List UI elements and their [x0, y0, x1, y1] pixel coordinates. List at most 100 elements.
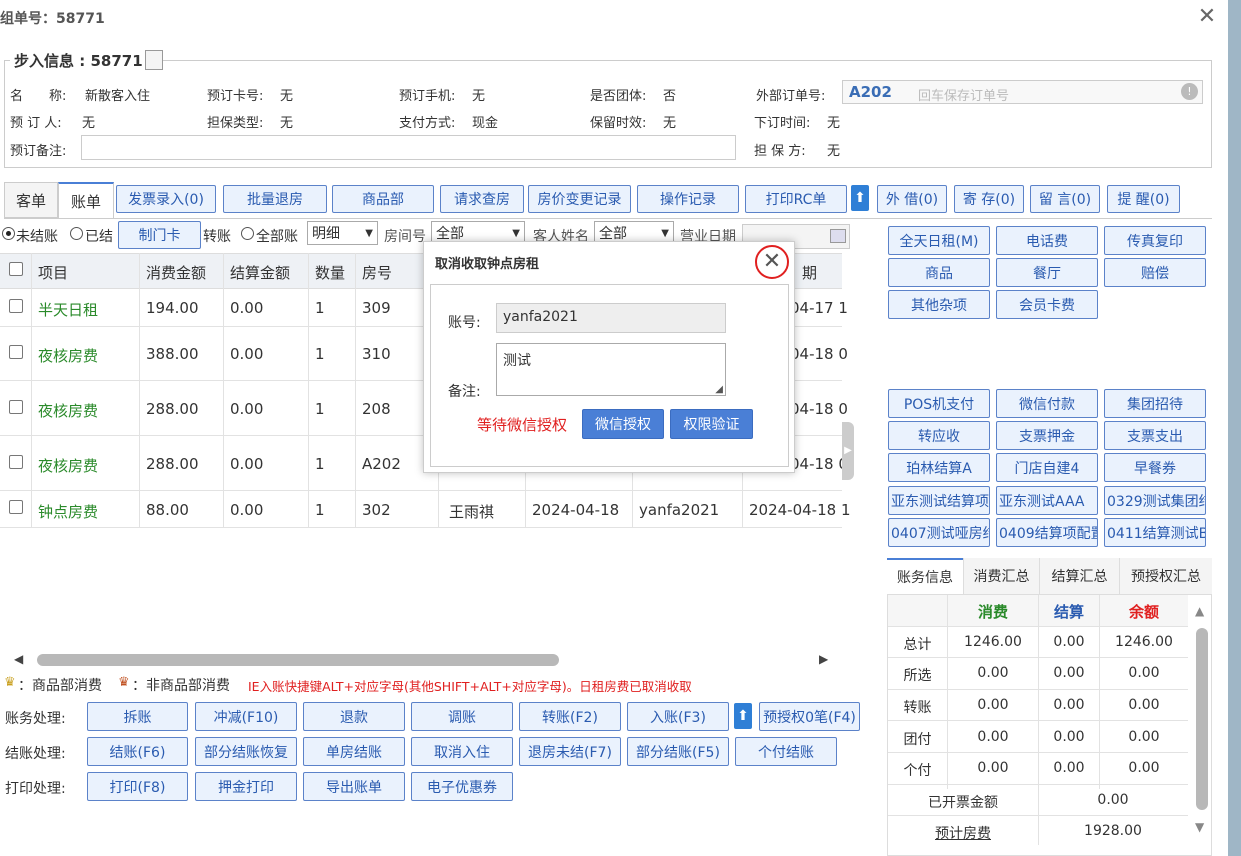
- reminder-button[interactable]: 提 醒(0): [1107, 185, 1180, 213]
- sum-row-consume: 0.00: [977, 729, 1009, 745]
- e-coupon-button[interactable]: 电子优惠券: [411, 772, 513, 801]
- tab-preauth-summary[interactable]: 预授权汇总: [1119, 558, 1212, 594]
- select-all-checkbox[interactable]: [9, 262, 23, 276]
- full-day-rent-button[interactable]: 全天日租(M): [888, 226, 990, 255]
- partial-checkout-button[interactable]: 部分结账(F5): [627, 737, 729, 766]
- partial-restore-button[interactable]: 部分结账恢复: [195, 737, 297, 766]
- settle-test-b-button[interactable]: 0411结算测试B: [1104, 518, 1206, 547]
- row-checkbox[interactable]: [9, 500, 23, 514]
- scroll-left-icon[interactable]: ◀: [14, 652, 23, 666]
- yadong-aaa-button[interactable]: 亚东测试AAA: [996, 486, 1098, 515]
- preauth-button[interactable]: 预授权0笔(F4): [759, 702, 860, 731]
- deposit-button[interactable]: 寄 存(0): [954, 185, 1024, 213]
- make-card-button[interactable]: 制门卡: [118, 221, 201, 249]
- breakfast-coupon-button[interactable]: 早餐券: [1104, 453, 1206, 482]
- calendar-icon[interactable]: [830, 229, 846, 243]
- tab-account-info[interactable]: 账务信息: [887, 558, 963, 594]
- estimated-room-fee-link[interactable]: 预计房费: [888, 823, 1038, 843]
- summary-scroll-up-icon[interactable]: ▲: [1195, 604, 1204, 618]
- post-button[interactable]: 入账(F3): [627, 702, 729, 731]
- individual-pay-button[interactable]: 个付结账: [735, 737, 837, 766]
- detail-select[interactable]: 明细 ▼: [307, 221, 378, 245]
- lend-button[interactable]: 外 借(0): [877, 185, 947, 213]
- radio-unsettled[interactable]: [2, 227, 15, 240]
- permission-verify-button[interactable]: 权限验证: [670, 409, 753, 439]
- print-button[interactable]: 打印(F8): [87, 772, 188, 801]
- deposit-print-button[interactable]: 押金打印: [195, 772, 297, 801]
- offset-button[interactable]: 冲减(F10): [195, 702, 297, 731]
- tab-guest[interactable]: 客单: [4, 182, 58, 218]
- invoice-entry-button[interactable]: 发票录入(0): [116, 185, 216, 213]
- phone-value: 无: [472, 89, 486, 104]
- compensation-button[interactable]: 赔偿: [1104, 258, 1206, 287]
- chevron-down-icon: ▼: [512, 227, 520, 239]
- yadong-settle-button[interactable]: 亚东测试结算项: [888, 486, 990, 515]
- dialog-title: 取消收取钟点房租: [435, 257, 540, 272]
- remark-input[interactable]: [81, 135, 736, 160]
- row-checkbox[interactable]: [9, 400, 23, 414]
- misc-button[interactable]: 其他杂项: [888, 290, 990, 319]
- polin-settle-button[interactable]: 珀林结算A: [888, 453, 990, 482]
- adjust-button[interactable]: 调账: [411, 702, 513, 731]
- message-button[interactable]: 留 言(0): [1030, 185, 1100, 213]
- batch-checkout-button[interactable]: 批量退房: [223, 185, 327, 213]
- cancel-checkin-button[interactable]: 取消入住: [411, 737, 513, 766]
- transfer-button[interactable]: 转账(F2): [519, 702, 621, 731]
- row-operator: yanfa2021: [639, 501, 720, 519]
- restaurant-button[interactable]: 餐厅: [996, 258, 1098, 287]
- tab-settle-summary[interactable]: 结算汇总: [1039, 558, 1119, 594]
- fax-copy-button[interactable]: 传真复印: [1104, 226, 1206, 255]
- room-check-button[interactable]: 请求查房: [440, 185, 524, 213]
- radio-settled[interactable]: [70, 227, 83, 240]
- horizontal-scrollbar[interactable]: [37, 654, 559, 666]
- background-strip: [1228, 0, 1241, 856]
- to-receivable-button[interactable]: 转应收: [888, 421, 990, 450]
- refund-button[interactable]: 退款: [303, 702, 405, 731]
- single-room-checkout-button[interactable]: 单房结账: [303, 737, 405, 766]
- summary-scrollbar[interactable]: [1196, 628, 1208, 810]
- row-checkbox[interactable]: [9, 455, 23, 469]
- checkout-button[interactable]: 结账(F6): [87, 737, 188, 766]
- row-checkbox[interactable]: [9, 345, 23, 359]
- group-treat-button[interactable]: 集团招待: [1104, 389, 1206, 418]
- tab-consume-summary[interactable]: 消费汇总: [963, 558, 1039, 594]
- account-input[interactable]: yanfa2021: [496, 303, 726, 333]
- ext-order-input[interactable]: A202 回车保存订单号 !: [842, 80, 1203, 104]
- check-deposit-button[interactable]: 支票押金: [996, 421, 1098, 450]
- close-icon[interactable]: ✕: [1196, 6, 1218, 28]
- member-card-fee-button[interactable]: 会员卡费: [996, 290, 1098, 319]
- phone-fee-button[interactable]: 电话费: [996, 226, 1098, 255]
- header-settle: 结算: [1053, 603, 1084, 621]
- scroll-right-icon[interactable]: ▶: [819, 652, 828, 666]
- upload-arrow-icon[interactable]: ⬆: [851, 185, 869, 211]
- row-item: 钟点房费: [38, 503, 99, 521]
- upload-arrow-icon[interactable]: ⬆: [734, 703, 752, 729]
- goods-button[interactable]: 商品: [888, 258, 990, 287]
- summary-scroll-down-icon[interactable]: ▼: [1195, 820, 1204, 834]
- store-custom-button[interactable]: 门店自建4: [996, 453, 1098, 482]
- test-dummy-room-button[interactable]: 0407测试哑房结: [888, 518, 990, 547]
- resize-handle-icon[interactable]: ◢: [715, 384, 723, 395]
- row-checkbox[interactable]: [9, 299, 23, 313]
- test-group-button[interactable]: 0329测试集团结: [1104, 486, 1206, 515]
- wechat-auth-button[interactable]: 微信授权: [582, 409, 664, 439]
- print-rc-button[interactable]: 打印RC单: [745, 185, 847, 213]
- radio-all[interactable]: [241, 227, 254, 240]
- sum-row-consume: 0.00: [977, 665, 1009, 681]
- export-bill-button[interactable]: 导出账单: [303, 772, 405, 801]
- remark-textarea[interactable]: 测试 ◢: [496, 343, 726, 396]
- rate-change-button[interactable]: 房价变更记录: [528, 185, 631, 213]
- wechat-pay-button[interactable]: 微信付款: [996, 389, 1098, 418]
- check-expense-button[interactable]: 支票支出: [1104, 421, 1206, 450]
- pos-pay-button[interactable]: POS机支付: [888, 389, 990, 418]
- dialog-close-icon[interactable]: ✕: [755, 245, 789, 279]
- tab-bill[interactable]: 账单: [58, 182, 114, 218]
- product-dept-button[interactable]: 商品部: [332, 185, 434, 213]
- settle-config-button[interactable]: 0409结算项配置: [996, 518, 1098, 547]
- split-button[interactable]: 拆账: [87, 702, 188, 731]
- guar-type-label: 担保类型:: [207, 116, 264, 131]
- operation-log-button[interactable]: 操作记录: [637, 185, 739, 213]
- collapse-handle[interactable]: ▶: [842, 422, 854, 480]
- copy-icon[interactable]: [145, 50, 163, 70]
- checkout-unsettled-button[interactable]: 退房未结(F7): [519, 737, 621, 766]
